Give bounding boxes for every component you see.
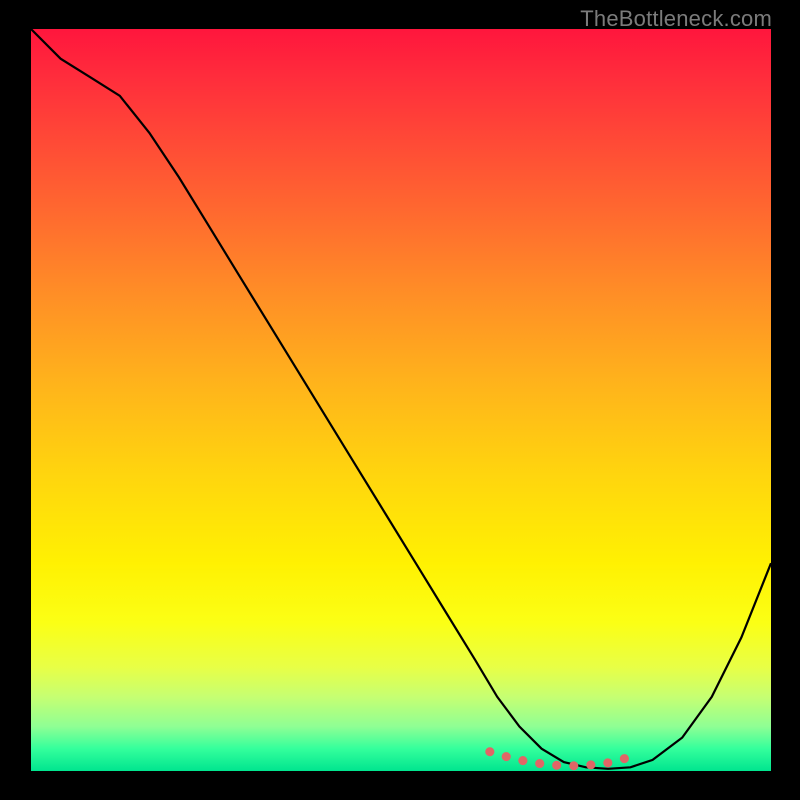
dots-path xyxy=(490,752,638,766)
optimal-range-dots xyxy=(31,29,771,771)
chart-frame: TheBottleneck.com xyxy=(0,0,800,800)
